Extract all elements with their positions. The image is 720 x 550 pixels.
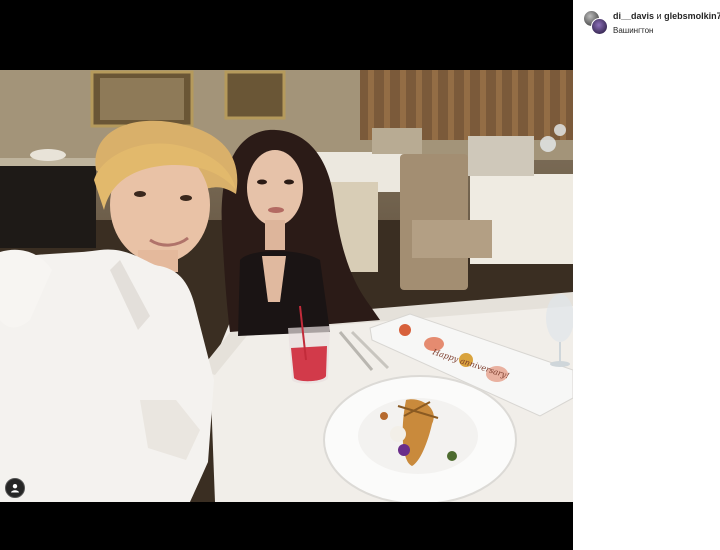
location-link[interactable]: Вашингтон — [613, 24, 720, 37]
post-authors: di__davis и glebsmolkin7 Вашингтон — [613, 10, 720, 37]
user-tag-icon[interactable] — [5, 478, 25, 498]
post-photo[interactable]: Happy anniversary! — [0, 70, 573, 502]
author-username-link[interactable]: di__davis — [613, 11, 654, 21]
author-conjunction: и — [656, 11, 662, 21]
restaurant-selfie-image: Happy anniversary! — [0, 70, 573, 502]
post-header: di__davis и glebsmolkin7 Вашингтон — [583, 10, 720, 37]
author-avatars[interactable] — [583, 10, 608, 35]
avatar[interactable] — [591, 18, 608, 35]
post-sidebar: di__davis и glebsmolkin7 Вашингтон — [573, 0, 720, 550]
post-media-viewer: Happy anniversary! — [0, 0, 573, 550]
coauthor-username-link[interactable]: glebsmolkin7 — [664, 11, 720, 21]
